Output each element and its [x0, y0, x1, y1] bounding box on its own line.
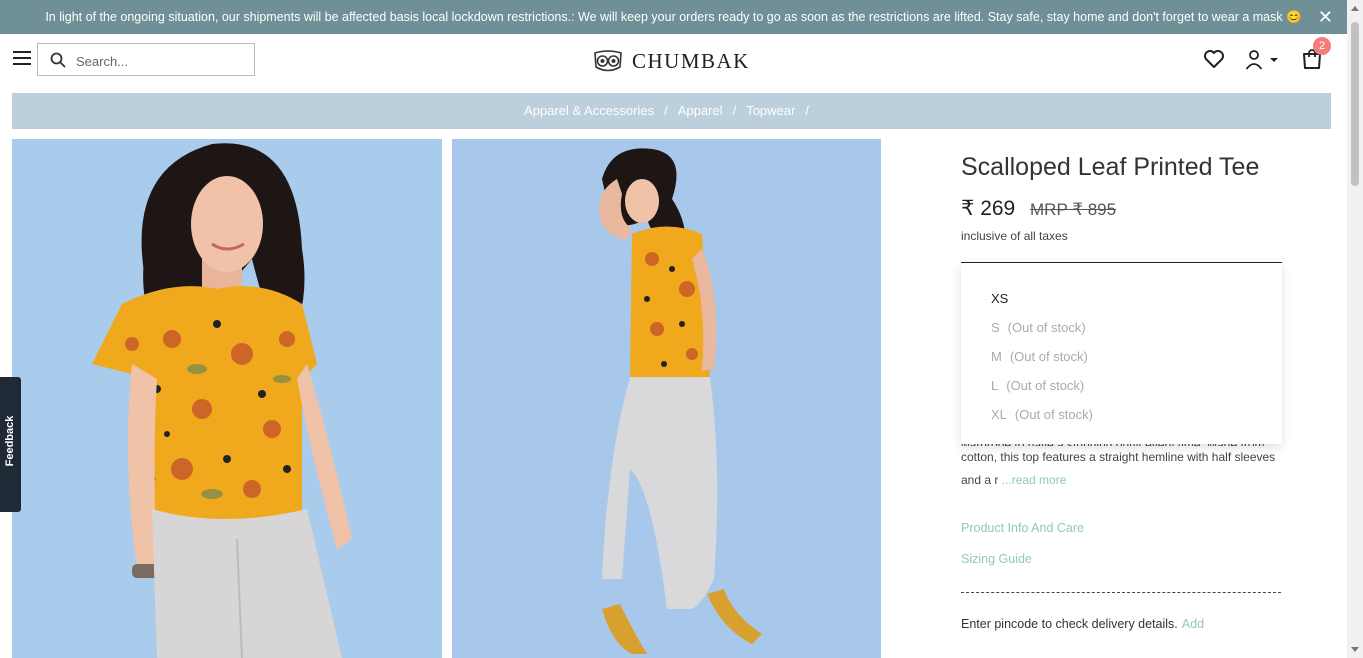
size-option-label: XL: [991, 407, 1007, 422]
divider: [961, 592, 1281, 593]
product-image-side[interactable]: [452, 139, 881, 658]
breadcrumb-apparel-accessories[interactable]: Apparel & Accessories: [524, 103, 654, 118]
owl-logo-icon: [594, 50, 622, 72]
search-box[interactable]: [37, 43, 255, 76]
out-of-stock-label: (Out of stock): [1014, 407, 1093, 422]
scroll-down-arrow-icon[interactable]: [1351, 647, 1359, 652]
cart-count-badge: 2: [1313, 37, 1331, 55]
size-option-s[interactable]: S (Out of stock): [991, 320, 1086, 335]
scrollbar-thumb[interactable]: [1351, 22, 1359, 186]
description-line: cotton, this top features a straight hem…: [961, 450, 1276, 464]
description-line: and a r: [961, 473, 999, 487]
taxes-note: inclusive of all taxes: [961, 229, 1068, 243]
scroll-up-arrow-icon[interactable]: [1351, 6, 1359, 11]
pincode-text: Enter pincode to check delivery details.: [961, 617, 1178, 631]
product-image-front[interactable]: [12, 139, 442, 658]
breadcrumb-separator: /: [732, 103, 737, 118]
product-mrp: MRP ₹ 895: [1030, 200, 1117, 219]
announcement-bar: In light of the ongoing situation, our s…: [0, 0, 1347, 34]
menu-icon[interactable]: [13, 51, 31, 67]
page-scrollbar[interactable]: [1347, 0, 1363, 658]
out-of-stock-label: (Out of stock): [1009, 349, 1088, 364]
size-dropdown[interactable]: XS S (Out of stock) M (Out of stock) L (Out…: [961, 262, 1282, 444]
search-icon: [50, 52, 66, 68]
search-input[interactable]: [74, 50, 248, 72]
pincode-check: Enter pincode to check delivery details.…: [961, 617, 1204, 631]
out-of-stock-label: (Out of stock): [1006, 378, 1085, 393]
size-option-label: XS: [991, 291, 1009, 306]
size-option-label: L: [991, 378, 999, 393]
breadcrumb-separator: /: [805, 103, 809, 118]
account-icon[interactable]: [1245, 49, 1281, 71]
breadcrumb: Apparel & Accessories / Apparel / Topwear /: [12, 93, 1331, 129]
logo[interactable]: CHUMBAK: [592, 46, 750, 76]
brand-name: CHUMBAK: [632, 48, 750, 73]
feedback-tab[interactable]: Feedback: [0, 377, 21, 512]
breadcrumb-apparel[interactable]: Apparel: [678, 103, 723, 118]
size-option-xl[interactable]: XL (Out of stock): [991, 407, 1093, 422]
size-option-l[interactable]: L (Out of stock): [991, 378, 1084, 393]
size-option-m[interactable]: M (Out of stock): [991, 349, 1088, 364]
out-of-stock-label: (Out of stock): [1007, 320, 1086, 335]
size-option-label: M: [991, 349, 1002, 364]
breadcrumb-topwear[interactable]: Topwear: [746, 103, 795, 118]
feedback-label: Feedback: [4, 415, 16, 467]
product-description: wardrobe to have a stunning outfit every…: [961, 436, 1283, 506]
size-option-xs[interactable]: XS: [991, 291, 1008, 306]
wishlist-heart-icon[interactable]: [1203, 49, 1225, 69]
announcement-text: In light of the ongoing situation, our s…: [45, 10, 1302, 24]
read-more-link[interactable]: ...read more: [1002, 473, 1067, 487]
breadcrumb-separator: /: [664, 103, 668, 118]
size-option-label: S: [991, 320, 1000, 335]
close-icon[interactable]: ✕: [1318, 0, 1333, 34]
product-title: Scalloped Leaf Printed Tee: [961, 153, 1260, 181]
pincode-add-link[interactable]: Add: [1182, 617, 1204, 631]
product-info-care-link[interactable]: Product Info And Care: [961, 521, 1084, 535]
sizing-guide-link[interactable]: Sizing Guide: [961, 552, 1032, 566]
product-price: ₹ 269: [961, 197, 1016, 220]
